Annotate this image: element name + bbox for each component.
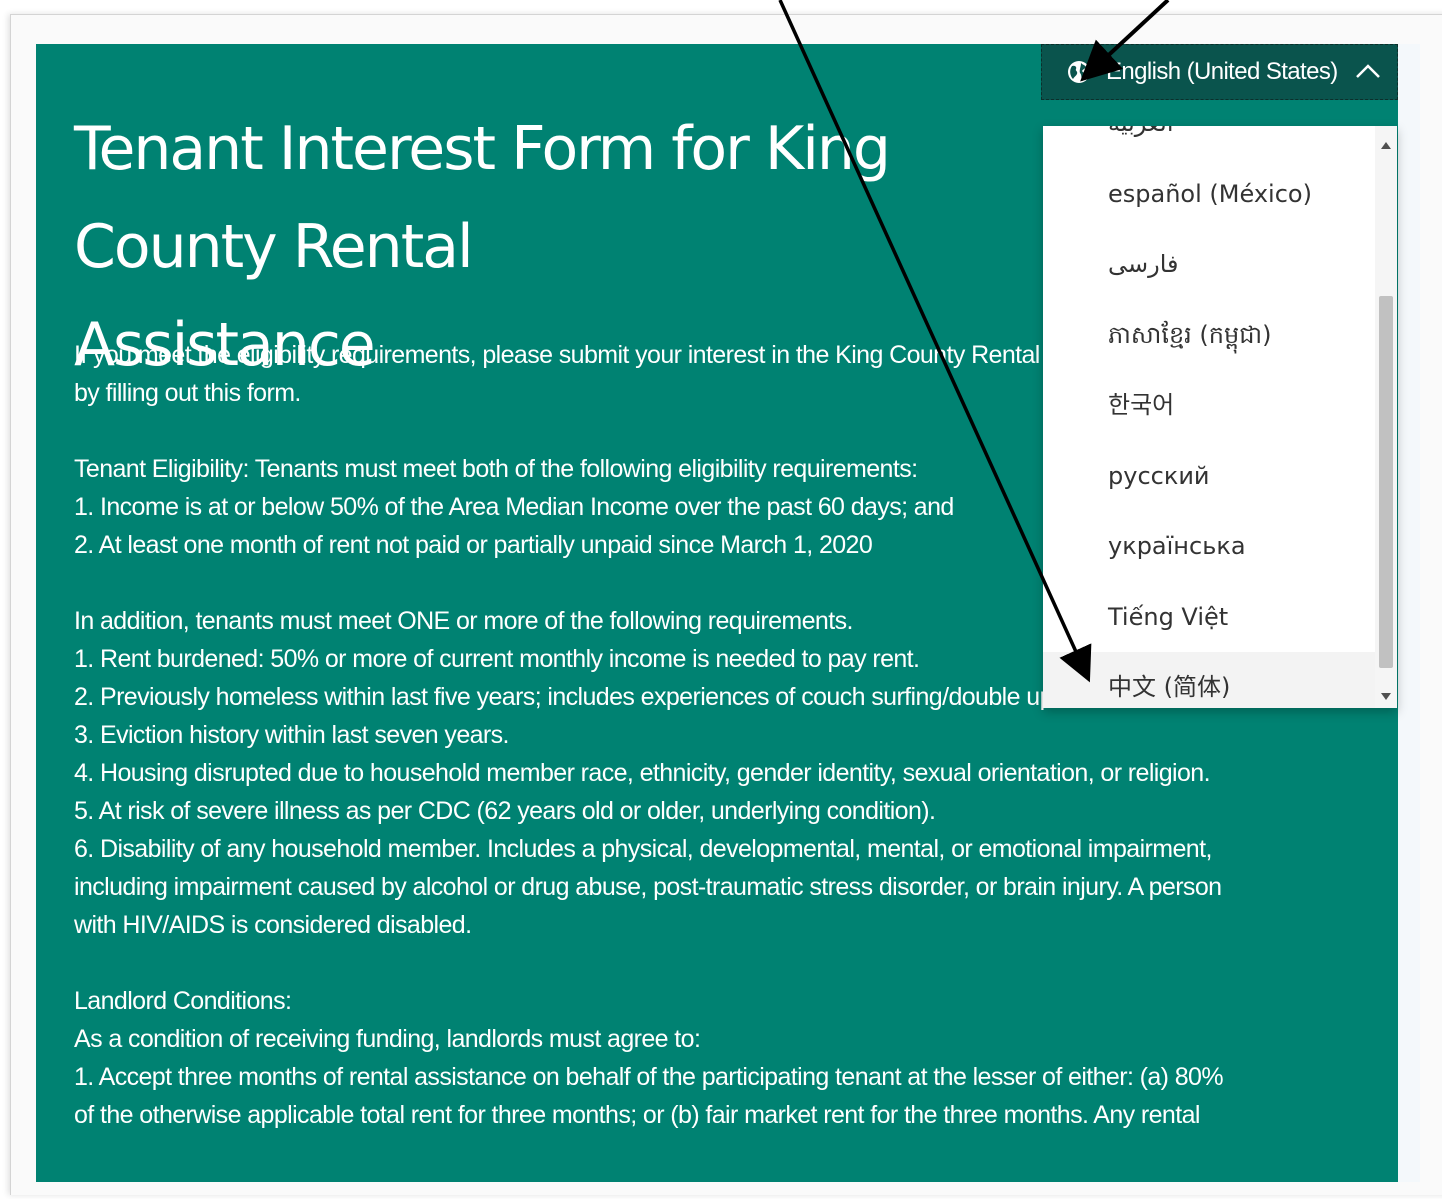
language-dropdown-menu: العربية español (México) فارسی ភាសាខ្មែរ… — [1043, 126, 1397, 708]
selected-language-label: English (United States) — [1106, 58, 1338, 85]
globe-icon — [1066, 59, 1092, 85]
scroll-down-arrow-icon[interactable] — [1380, 688, 1392, 700]
language-option-persian[interactable]: فارسی — [1043, 229, 1375, 300]
language-option-korean[interactable]: 한국어 — [1043, 370, 1375, 441]
scroll-up-arrow-icon[interactable] — [1380, 138, 1392, 149]
dropdown-scrollbar[interactable] — [1375, 126, 1397, 708]
language-option-vietnamese[interactable]: Tiếng Việt — [1043, 582, 1375, 653]
language-options-list: العربية español (México) فارسی ភាសាខ្មែរ… — [1043, 126, 1375, 708]
language-option-ukrainian[interactable]: українська — [1043, 511, 1375, 582]
language-selector-button[interactable]: English (United States) — [1041, 44, 1398, 100]
scrollbar-thumb[interactable] — [1379, 296, 1393, 668]
chevron-up-icon — [1355, 61, 1381, 83]
language-option-chinese-simplified[interactable]: 中文 (简体) — [1043, 652, 1375, 708]
language-option-russian[interactable]: русский — [1043, 441, 1375, 512]
language-option-khmer[interactable]: ភាសាខ្មែរ (កម្ពុជា) — [1043, 300, 1375, 371]
language-option-arabic[interactable]: العربية — [1043, 126, 1375, 159]
right-margin — [1398, 44, 1420, 1182]
language-option-spanish-mexico[interactable]: español (México) — [1043, 159, 1375, 230]
